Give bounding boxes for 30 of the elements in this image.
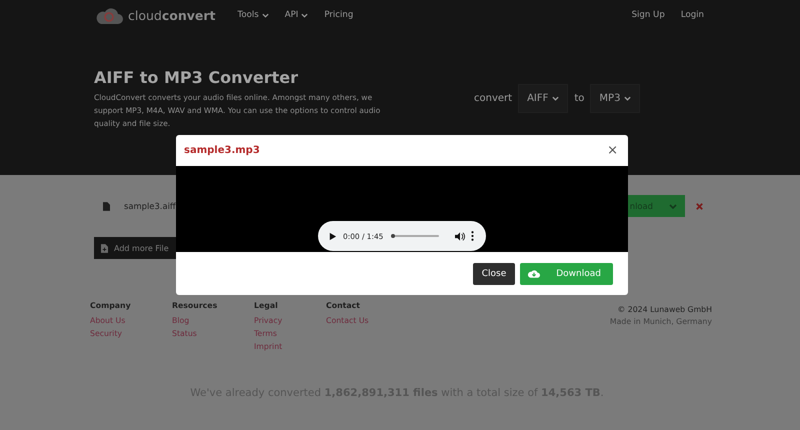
dialog-button[interactable]: Download (520, 262, 613, 284)
to-label: to (574, 93, 584, 104)
add-files-button[interactable]: Add more File (94, 237, 178, 259)
caret-icon (669, 204, 677, 208)
dialog-button[interactable]: Close (472, 262, 516, 284)
convert-label: convert (474, 93, 512, 104)
logo-text[interactable]: cloudconvert (128, 8, 216, 22)
page-title: AIFF to MP3 Converter (94, 68, 300, 87)
play-icon[interactable] (328, 232, 337, 240)
caret-icon (262, 12, 269, 18)
nav-link[interactable]: Tools (238, 10, 269, 20)
file-plus-icon (101, 244, 108, 252)
caret-icon (624, 96, 632, 101)
volume-icon[interactable] (455, 232, 466, 240)
remove-icon[interactable] (695, 202, 704, 210)
cloud-download-icon (528, 269, 540, 278)
format-select[interactable]: MP3 (590, 84, 640, 113)
nav-link[interactable]: API (284, 10, 308, 20)
file-icon (103, 202, 110, 210)
format-select[interactable]: AIFF (518, 84, 568, 113)
close-button[interactable]: × (605, 143, 620, 158)
caret-icon (301, 12, 308, 18)
nav-link[interactable]: Pricing (324, 10, 354, 20)
nav-link[interactable]: Sign Up (632, 10, 665, 20)
nav-link[interactable]: Login (680, 10, 704, 20)
dialog-title: sample3.mp3 (184, 145, 260, 156)
seek-thumb[interactable] (391, 234, 396, 238)
more-icon[interactable] (471, 231, 474, 241)
file-name: sample3.aiff (124, 201, 176, 211)
caret-icon (552, 96, 560, 101)
